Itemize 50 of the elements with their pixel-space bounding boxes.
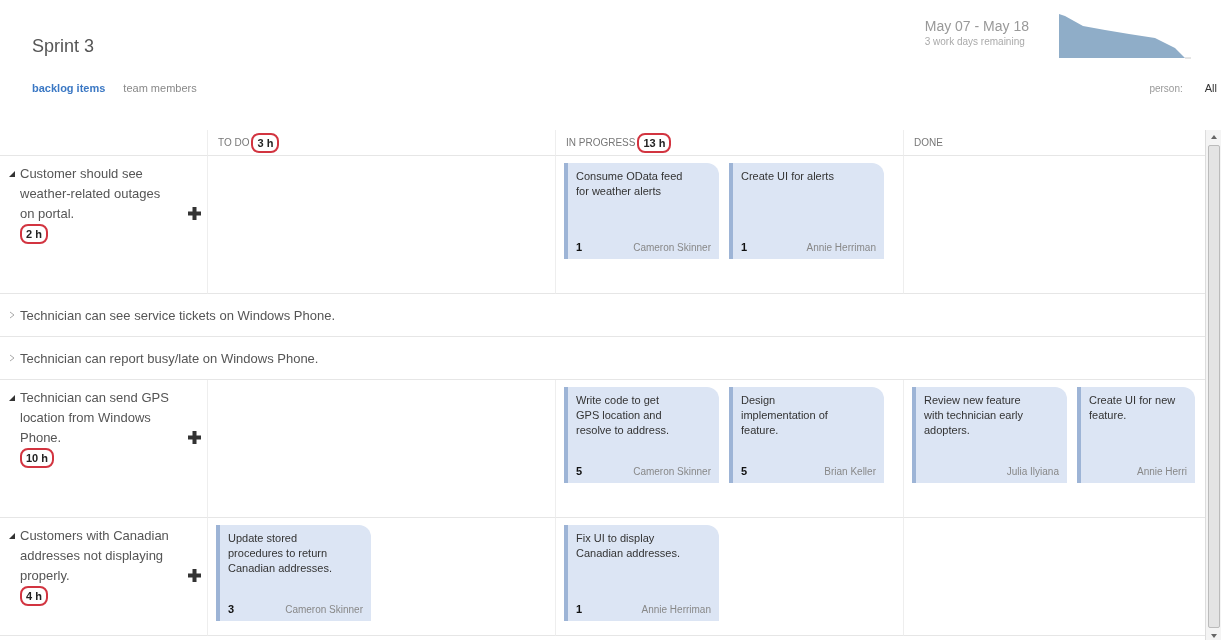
task-title: Create UI for new feature. — [1089, 393, 1177, 423]
task-assignee: Annie Herriman — [641, 604, 711, 615]
backlog-item-title: Technician can report busy/late on Windows Phone. — [20, 350, 319, 366]
task-points: 1 — [576, 603, 583, 615]
task-title: Fix UI to display Canadian addresses. — [576, 531, 681, 561]
days-remaining: 3 work days remaining — [924, 36, 1026, 47]
task-points: 3 — [228, 603, 235, 615]
task-points: 1 — [741, 241, 748, 253]
task-title: Create UI for alerts — [741, 169, 835, 184]
task-card[interactable]: Write code to get GPS location and resolve to address. 5 Cameron Skinner — [564, 387, 719, 483]
task-card[interactable]: Design implementation of feature. 5 Brian Keller — [729, 387, 884, 483]
task-points: 5 — [741, 465, 748, 477]
task-card[interactable]: Fix UI to display Canadian addresses. 1 Annie Herriman — [564, 525, 719, 621]
task-assignee: Cameron Skinner — [633, 242, 711, 253]
task-assignee: Annie Herriman — [806, 242, 876, 253]
backlog-item-title: Technician can see service tickets on Windows Phone. — [20, 307, 336, 323]
task-assignee: Julia Ilyiana — [1006, 466, 1059, 477]
task-title: Design implementation of feature. — [741, 393, 829, 438]
task-card[interactable]: Update stored procedures to return Canadian addresses. 3 Cameron Skinner — [216, 525, 371, 621]
task-assignee: Brian Keller — [824, 466, 876, 477]
task-card[interactable]: Consume OData feed for weather alerts 1 Cameron Skinner — [564, 163, 719, 259]
task-assignee: Cameron Skinner — [633, 466, 711, 477]
task-points: 1 — [576, 241, 583, 253]
sprint-dates: May 07 - May 18 — [924, 18, 1029, 34]
backlog-item-title: Customer should see weather-related outages on portal. — [20, 165, 162, 223]
backlog-item-title: Technician can send GPS location from Windows Phone. — [20, 389, 170, 447]
column-header: DONE — [914, 137, 943, 148]
task-card[interactable]: Create UI for alerts 1 Annie Herriman — [729, 163, 884, 259]
task-card[interactable]: Create UI for new feature. Annie Herri — [1077, 387, 1195, 483]
task-assignee: Cameron Skinner — [285, 604, 363, 615]
task-card[interactable]: Review new feature with technician early adopters. Julia Ilyiana — [912, 387, 1067, 483]
task-title: Consume OData feed for weather alerts — [576, 169, 684, 199]
column-header: TO DO — [218, 137, 250, 148]
task-points: 5 — [576, 465, 583, 477]
task-title: Review new feature with technician early adopters. — [924, 393, 1025, 438]
backlog-item-title: Customers with Canadian addresses not displaying properly. — [20, 527, 170, 585]
person-filter[interactable]: All — [1200, 82, 1217, 94]
view-tab[interactable]: backlog items — [32, 82, 106, 94]
column-hours: 3 h — [251, 132, 280, 153]
task-assignee: Annie Herri — [1136, 466, 1187, 477]
task-title: Write code to get GPS location and resolve to address. — [576, 393, 670, 438]
sprint-title: Sprint 3 — [32, 36, 96, 57]
item-hours: 4 h — [20, 586, 48, 606]
item-hours: 2 h — [20, 224, 48, 244]
task-title: Update stored procedures to return Canadian addresses. — [228, 531, 333, 576]
column-header: IN PROGRESS — [566, 137, 636, 148]
column-hours: 13 h — [637, 132, 672, 153]
person-label: person: — [1149, 82, 1183, 94]
view-tab[interactable]: team members — [123, 82, 197, 94]
item-hours: 10 h — [20, 448, 54, 468]
